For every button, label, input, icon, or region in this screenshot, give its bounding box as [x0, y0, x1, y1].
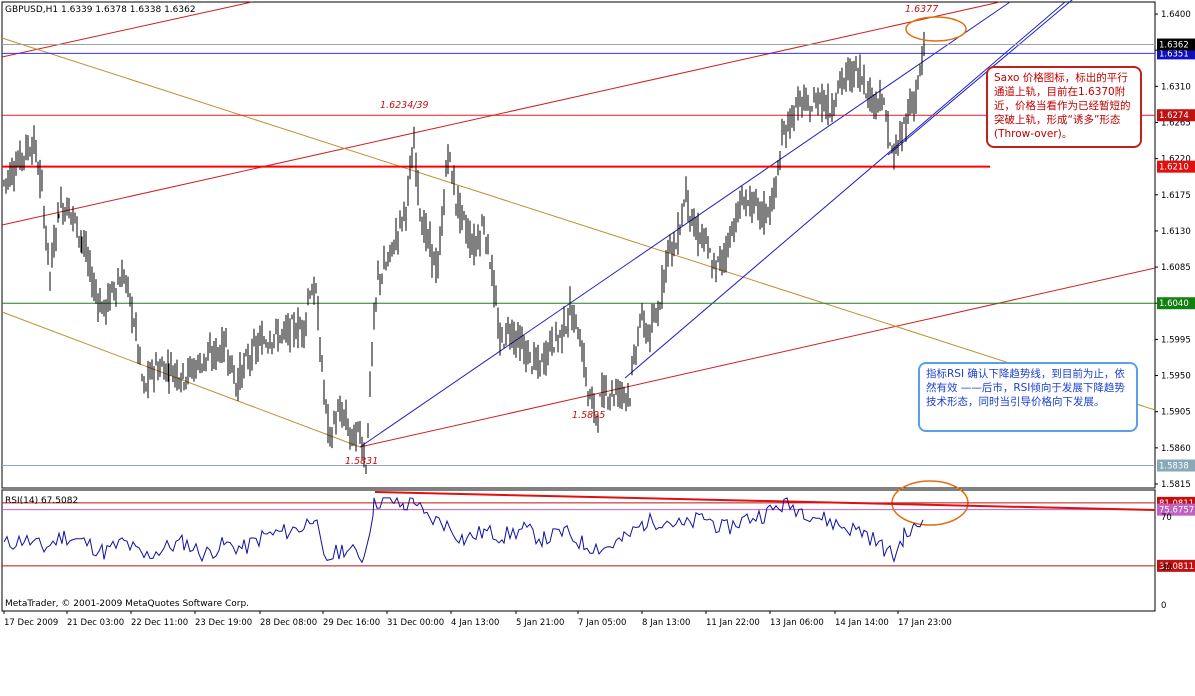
price-annotation-text: 1.6377 — [905, 4, 938, 15]
price-tick-label: 1.6400 — [1161, 10, 1191, 20]
time-tick-label: 29 Dec 16:00 — [323, 618, 380, 628]
time-tick-label: 5 Jan 21:00 — [516, 618, 564, 628]
price-annotation-text: 1.5895 — [572, 410, 605, 421]
time-tick-label: 4 Jan 13:00 — [451, 618, 499, 628]
price-tick-label: 1.5995 — [1161, 335, 1191, 345]
copyright-label: MetaTrader, © 2001-2009 MetaQuotes Softw… — [5, 599, 250, 609]
rsi-panel-frame — [1, 489, 1156, 612]
price-level-tag-label: 1.5838 — [1159, 462, 1189, 472]
price-level-tag-label: 1.6362 — [1159, 41, 1189, 51]
rsi-series-line — [3, 496, 924, 564]
time-tick-label: 17 Dec 2009 — [4, 618, 58, 628]
annotation-box-red: Saxo 价格图标，标出的平行通道上轨，目前在1.6370附近，价格当看作为已经… — [986, 66, 1142, 148]
time-tick-label: 22 Dec 11:00 — [131, 618, 188, 628]
annotation-box-blue: 指标RSI 确认下降趋势线，到目前为止，依然有效 ——后市，RSI倾向于发展下降… — [918, 362, 1138, 432]
rsi-trend-line — [374, 491, 1156, 511]
highlight-ellipse-price — [905, 16, 967, 42]
time-tick-label: 23 Dec 19:00 — [195, 618, 252, 628]
price-level-tag-label: 1.6351 — [1159, 49, 1189, 59]
blue-channel-upper — [359, 1, 1011, 448]
brown-trend-line-upper — [1, 37, 1156, 411]
price-level-tag-label: 1.6274 — [1159, 111, 1189, 121]
price-annotation-text: 1.6234/39 — [380, 100, 429, 111]
price-tick-label: 1.5905 — [1161, 408, 1191, 418]
red-channel-upper — [1, 1, 1001, 226]
time-tick-label: 14 Jan 14:00 — [835, 618, 889, 628]
price-tick-label: 1.6175 — [1161, 191, 1191, 201]
rsi-tick-label: 30 — [1161, 563, 1172, 573]
time-tick-label: 28 Dec 08:00 — [260, 618, 317, 628]
time-tick-label: 13 Jan 06:00 — [770, 618, 824, 628]
rsi-header: RSI(14) 67.5082 — [5, 496, 79, 506]
time-tick-label: 17 Jan 23:00 — [898, 618, 952, 628]
time-tick-label: 11 Jan 22:00 — [706, 618, 760, 628]
time-tick-label: 31 Dec 00:00 — [387, 618, 444, 628]
price-tick-label: 1.5950 — [1161, 372, 1191, 382]
price-tick-label: 1.6310 — [1161, 82, 1191, 92]
price-tick-label: 1.5815 — [1161, 480, 1191, 490]
price-tick-label: 1.6130 — [1161, 227, 1191, 237]
symbol-header: GBPUSD,H1 1.6339 1.6378 1.6338 1.6362 — [5, 5, 196, 15]
rsi-tick-label: 0 — [1161, 601, 1166, 611]
rsi-tick-label: 70 — [1161, 513, 1172, 523]
price-level-tag-label: 1.6040 — [1159, 299, 1189, 309]
time-tick-label: 7 Jan 05:00 — [578, 618, 626, 628]
blue-channel-lower — [624, 1, 1066, 379]
price-tick-label: 1.5860 — [1161, 444, 1191, 454]
time-tick-label: 21 Dec 03:00 — [67, 618, 124, 628]
time-tick-label: 8 Jan 13:00 — [642, 618, 690, 628]
price-tick-label: 1.6085 — [1161, 263, 1191, 273]
price-level-tag-label: 1.6210 — [1159, 163, 1189, 173]
price-annotation-text: 1.5831 — [345, 456, 378, 467]
